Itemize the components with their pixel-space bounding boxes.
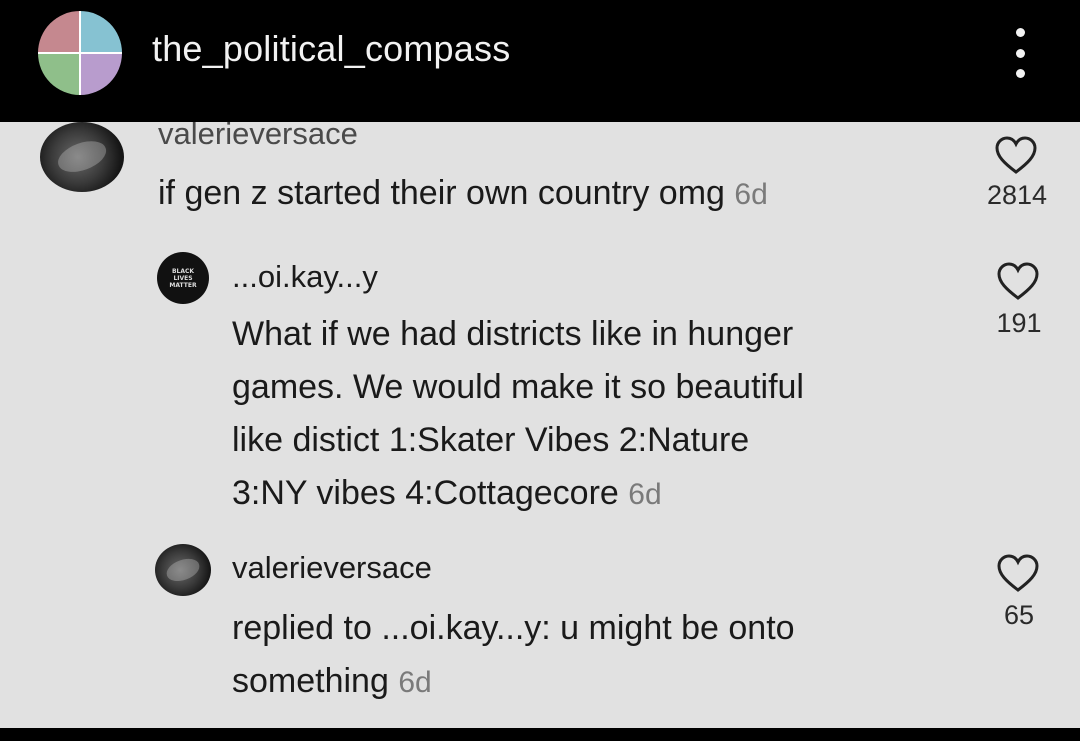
comment-username[interactable]: ...oi.kay...y	[232, 259, 378, 295]
comment-body: if gen z started their own country omg	[158, 174, 725, 212]
channel-name[interactable]: the_political_compass	[152, 28, 510, 70]
comment-time: 6d	[734, 178, 768, 211]
like-count: 191	[996, 308, 1042, 338]
heart-icon[interactable]	[996, 262, 1040, 302]
comment-line-text: 3:NY vibes 4:Cottagecore	[232, 474, 619, 512]
avatar[interactable]	[155, 544, 211, 596]
like-count: 2814	[986, 180, 1048, 210]
comments-screenshot: valerieversace if gen z started their ow…	[0, 122, 1080, 728]
political-compass-avatar[interactable]	[38, 11, 122, 95]
heart-icon[interactable]	[996, 554, 1040, 594]
avatar-text: BLACK	[171, 267, 195, 275]
more-options-icon[interactable]	[1000, 28, 1040, 78]
dot	[1015, 28, 1025, 37]
avatar[interactable]	[40, 122, 124, 192]
comment-line: something 6d	[232, 655, 795, 709]
comment-text: What if we had districts like in hunger …	[232, 308, 804, 521]
avatar-text: LIVES	[173, 274, 193, 282]
comment-line: 3:NY vibes 4:Cottagecore 6d	[232, 467, 804, 521]
heart-icon[interactable]	[994, 136, 1038, 176]
like-count: 65	[1003, 600, 1035, 630]
comment-username[interactable]: valerieversace	[158, 122, 358, 152]
comment-time: 6d	[398, 666, 432, 699]
comment-text: if gen z started their own country omg 6…	[158, 167, 768, 221]
comment-text: replied to ...oi.kay...y: u might be ont…	[232, 602, 795, 709]
comment-line: like distict 1:Skater Vibes 2:Nature	[232, 421, 750, 459]
bottom-bar	[0, 728, 1080, 741]
comment-line-text: something	[232, 662, 389, 700]
dot	[1015, 48, 1025, 58]
avatar-text: MATTER	[169, 281, 197, 289]
post-header: the_political_compass	[0, 0, 1080, 122]
avatar[interactable]: BLACK LIVES MATTER	[157, 252, 209, 304]
dot	[1015, 69, 1025, 78]
comment-time: 6d	[628, 478, 662, 511]
comment-line: What if we had districts like in hunger	[232, 315, 794, 353]
comment-line: games. We would make it so beautiful	[232, 368, 804, 406]
comment-username[interactable]: valerieversace	[232, 550, 432, 586]
comment-line: replied to ...oi.kay...y: u might be ont…	[232, 609, 795, 647]
